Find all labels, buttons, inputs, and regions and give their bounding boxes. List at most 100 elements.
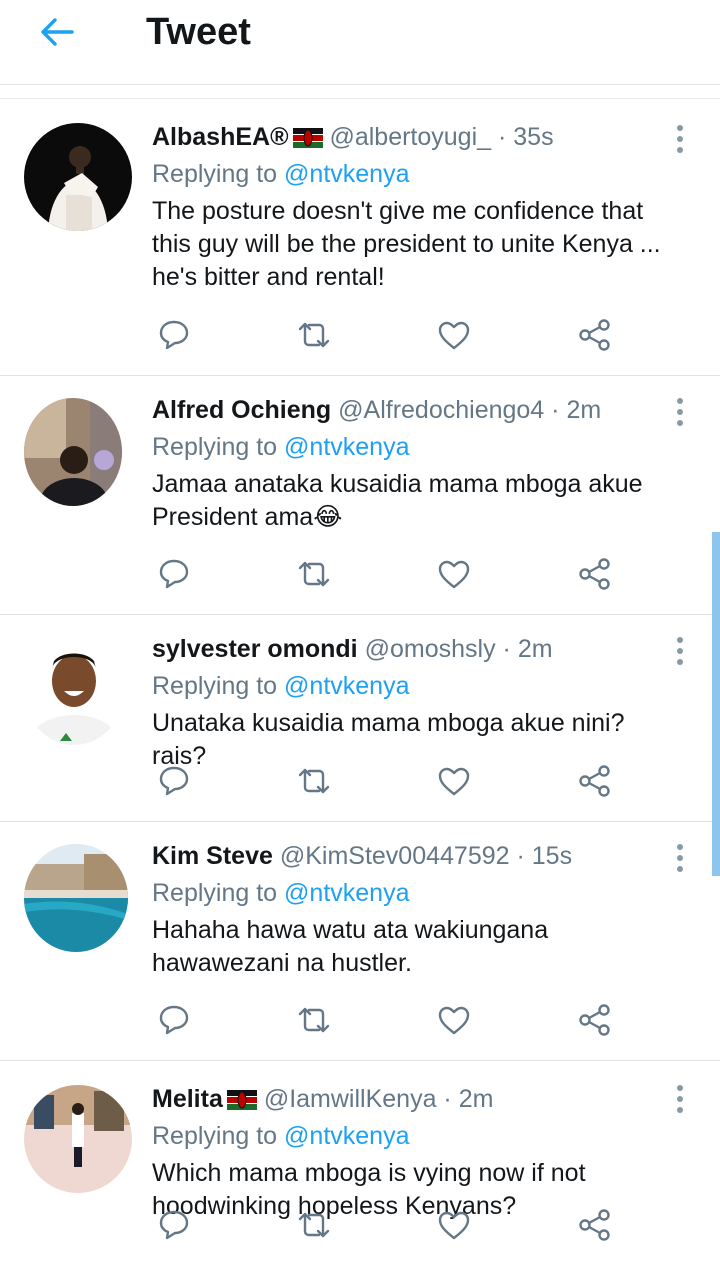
separator: ·: [502, 635, 511, 663]
mention-link[interactable]: @ntvkenya: [284, 160, 409, 188]
tweet-actions: [152, 1205, 632, 1245]
tweet-actions: [152, 761, 632, 801]
retweet-button[interactable]: [292, 1000, 336, 1040]
kenya-flag-icon: [292, 128, 323, 149]
timestamp: 2m: [566, 396, 602, 424]
retweet-button[interactable]: [292, 1205, 336, 1245]
share-button[interactable]: [573, 315, 617, 355]
share-icon: [579, 1209, 610, 1241]
reply-list: AlbashEA® @albertoyugi_ · 35s Replying t…: [0, 99, 720, 1281]
tweet-text: The posture doesn't give me confidence t…: [152, 197, 661, 291]
share-button[interactable]: [573, 554, 617, 594]
display-name[interactable]: Kim Steve: [152, 842, 273, 870]
replying-to: Replying to @ntvkenya: [152, 1119, 680, 1153]
retweet-icon: [298, 322, 330, 348]
avatar[interactable]: [24, 123, 132, 231]
share-icon: [579, 1004, 610, 1036]
page-title: Tweet: [146, 11, 251, 53]
like-button[interactable]: [432, 1000, 476, 1040]
separator: ·: [551, 396, 560, 424]
username[interactable]: @KimStev00447592: [280, 842, 510, 870]
arrow-left-icon: [41, 18, 74, 46]
back-button[interactable]: [32, 10, 80, 54]
heart-icon: [438, 1211, 470, 1240]
more-options-button[interactable]: [668, 1083, 692, 1115]
retweet-button[interactable]: [292, 315, 336, 355]
separator: ·: [443, 1085, 452, 1113]
reply-button[interactable]: [152, 315, 196, 355]
mention-link[interactable]: @ntvkenya: [284, 672, 409, 700]
timestamp: 2m: [458, 1085, 494, 1113]
heart-icon: [438, 767, 470, 796]
vertical-ellipsis-icon: [677, 637, 683, 643]
more-options-button[interactable]: [668, 396, 692, 428]
avatar[interactable]: [24, 398, 122, 506]
timestamp: 15s: [531, 842, 573, 870]
speech-bubble-icon: [159, 320, 189, 350]
mention-link[interactable]: @ntvkenya: [284, 879, 409, 907]
more-options-button[interactable]: [668, 635, 692, 667]
retweet-button[interactable]: [292, 761, 336, 801]
tweet-item[interactable]: Melita @IamwillKenya · 2m Replying to @n…: [0, 1061, 720, 1281]
vertical-ellipsis-icon: [677, 1085, 683, 1091]
retweet-icon: [298, 1212, 330, 1238]
retweet-icon: [298, 561, 330, 587]
speech-bubble-icon: [159, 1210, 189, 1240]
username[interactable]: @omoshsly: [365, 635, 496, 663]
tweet-text: Hahaha hawa watu ata wakiungana hawaweza…: [152, 916, 549, 977]
like-button[interactable]: [432, 1205, 476, 1245]
vertical-ellipsis-icon: [677, 125, 683, 131]
heart-icon: [438, 321, 470, 350]
tweet-header: Melita @IamwillKenya · 2m: [152, 1083, 680, 1115]
speech-bubble-icon: [159, 766, 189, 796]
avatar[interactable]: [24, 844, 128, 952]
vertical-ellipsis-icon: [677, 398, 683, 404]
retweet-button[interactable]: [292, 554, 336, 594]
share-button[interactable]: [573, 1000, 617, 1040]
share-icon: [579, 319, 610, 351]
tweet-item[interactable]: Kim Steve @KimStev00447592 · 15s Replyin…: [0, 822, 720, 1061]
like-button[interactable]: [432, 554, 476, 594]
username[interactable]: @albertoyugi_: [329, 123, 491, 151]
heart-icon: [438, 1006, 470, 1035]
avatar[interactable]: [24, 1085, 132, 1193]
tweet-actions: [152, 1000, 632, 1040]
tweet-item[interactable]: sylvester omondi @omoshsly · 2m Replying…: [0, 615, 720, 822]
replying-label: Replying to: [152, 433, 278, 461]
top-app-bar: Tweet: [0, 0, 720, 85]
tweet-header: Alfred Ochieng @Alfredochiengo4 · 2m: [152, 394, 680, 426]
replying-label: Replying to: [152, 879, 278, 907]
heart-icon: [438, 560, 470, 589]
share-icon: [579, 765, 610, 797]
mention-link[interactable]: @ntvkenya: [284, 1122, 409, 1150]
replying-to: Replying to @ntvkenya: [152, 157, 680, 191]
more-options-button[interactable]: [668, 123, 692, 155]
display-name[interactable]: Alfred Ochieng: [152, 396, 331, 424]
like-button[interactable]: [432, 315, 476, 355]
display-name[interactable]: Melita: [152, 1085, 223, 1113]
like-button[interactable]: [432, 761, 476, 801]
retweet-icon: [298, 768, 330, 794]
username[interactable]: @Alfredochiengo4: [338, 396, 544, 424]
share-button[interactable]: [573, 761, 617, 801]
timestamp: 35s: [513, 123, 554, 151]
more-options-button[interactable]: [668, 842, 692, 874]
replying-to: Replying to @ntvkenya: [152, 430, 680, 464]
reply-button[interactable]: [152, 1205, 196, 1245]
scrollbar-thumb[interactable]: [712, 532, 720, 876]
display-name[interactable]: sylvester omondi: [152, 635, 358, 663]
display-name[interactable]: AlbashEA®: [152, 123, 289, 151]
reply-button[interactable]: [152, 1000, 196, 1040]
share-button[interactable]: [573, 1205, 617, 1245]
username[interactable]: @IamwillKenya: [264, 1085, 437, 1113]
avatar[interactable]: [24, 637, 124, 745]
tweet-item[interactable]: AlbashEA® @albertoyugi_ · 35s Replying t…: [0, 99, 720, 376]
tweet-actions: [152, 554, 632, 594]
replying-to: Replying to @ntvkenya: [152, 669, 680, 703]
replying-label: Replying to: [152, 1122, 278, 1150]
reply-button[interactable]: [152, 761, 196, 801]
reply-button[interactable]: [152, 554, 196, 594]
tweet-header: sylvester omondi @omoshsly · 2m: [152, 633, 680, 665]
mention-link[interactable]: @ntvkenya: [284, 433, 409, 461]
tweet-item[interactable]: Alfred Ochieng @Alfredochiengo4 · 2m Rep…: [0, 376, 720, 615]
